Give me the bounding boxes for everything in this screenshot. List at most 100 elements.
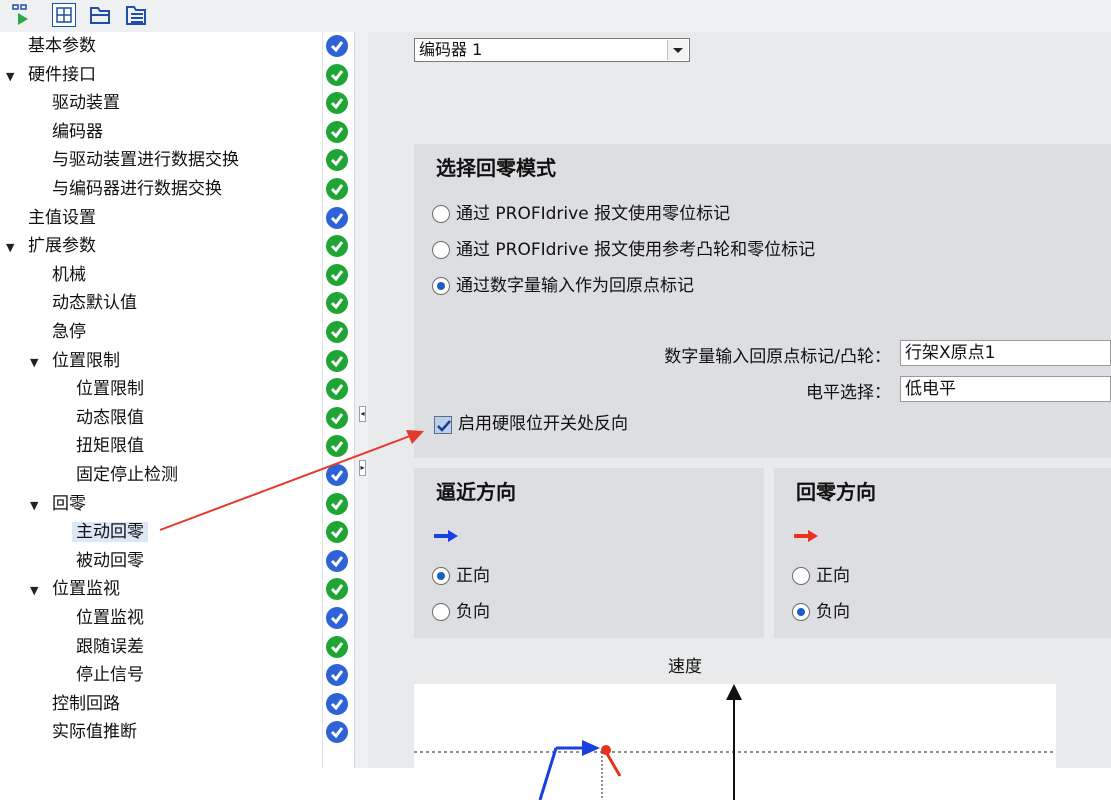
tree-item[interactable]: 扭矩限值	[76, 432, 144, 460]
tree-item[interactable]: 实际值推断	[52, 718, 137, 746]
radio-button[interactable]	[432, 567, 450, 585]
tree-item[interactable]: ▼ 回零	[30, 490, 86, 518]
tree-item-label: 固定停止检测	[76, 465, 178, 485]
status-ok-icon	[326, 521, 348, 544]
tree-item[interactable]: 位置限制	[76, 375, 144, 403]
homing-mode-panel: 选择回零模式 通过 PROFIdrive 报文使用零位标记 通过 PROFIdr…	[414, 144, 1111, 458]
option-label: 正向	[816, 566, 850, 586]
level-select-field[interactable]: 低电平	[900, 376, 1111, 402]
homing-mode-title: 选择回零模式	[436, 156, 556, 180]
status-info-icon	[326, 664, 348, 687]
status-ok-icon	[326, 378, 348, 401]
homing-direction-panel: 回零方向 正向 负向	[774, 468, 1111, 638]
status-info-icon	[326, 549, 348, 572]
status-info-icon	[326, 464, 348, 486]
tree-item[interactable]: 位置监视	[76, 604, 144, 632]
status-ok-icon	[326, 321, 348, 343]
status-ok-icon	[326, 120, 348, 143]
option-label: 通过 PROFIdrive 报文使用零位标记	[456, 204, 731, 224]
expand-triangle-icon[interactable]: ▼	[30, 492, 46, 520]
homing-direction-title: 回零方向	[796, 480, 876, 504]
tree-item[interactable]: 跟随误差	[76, 633, 144, 661]
approach-ramp	[538, 747, 558, 801]
reverse-at-limit-checkbox[interactable]	[434, 416, 452, 434]
level-select-label: 电平选择：	[806, 383, 891, 403]
tree-item[interactable]: 被动回零	[76, 547, 144, 575]
tree-item[interactable]: 固定停止检测	[76, 461, 178, 489]
status-ok-icon	[326, 435, 348, 458]
folder-icon[interactable]	[88, 3, 112, 27]
tree-item[interactable]: 主动回零	[72, 518, 148, 546]
parameter-tree: 基本参数 ▼ 硬件接口驱动装置编码器与驱动装置进行数据交换 与编码器进行数据交换主值设…	[0, 32, 322, 768]
status-info-icon	[326, 692, 348, 715]
radio-button[interactable]	[432, 277, 450, 295]
tree-item[interactable]: 基本参数	[28, 32, 96, 60]
tree-item[interactable]: 与编码器进行数据交换	[52, 175, 222, 203]
radio-button[interactable]	[792, 603, 810, 621]
folder-list-icon[interactable]	[124, 3, 148, 27]
chevron-down-icon[interactable]	[667, 40, 688, 60]
collapse-left-icon[interactable]: ◂	[359, 406, 366, 422]
tree-item-label: 与驱动装置进行数据交换	[52, 150, 239, 171]
tree-item[interactable]: 与驱动装置进行数据交换	[52, 146, 239, 174]
digital-input-label: 数字量输入回原点标记/凸轮：	[664, 347, 891, 367]
tree-item[interactable]: ▼ 硬件接口	[6, 61, 96, 89]
status-ok-icon	[326, 235, 348, 258]
option-label: 负向	[816, 602, 850, 622]
tree-item-label: 硬件接口	[28, 64, 96, 85]
status-ok-icon	[326, 349, 348, 372]
speed-axis-arrowhead	[726, 684, 742, 700]
status-ok-icon	[326, 92, 348, 115]
homing-velocity-diagram	[414, 684, 1056, 801]
radio-button[interactable]	[432, 603, 450, 621]
encoder-select[interactable]: 编码器 1	[414, 38, 690, 62]
view-toggle-icon[interactable]	[10, 3, 34, 27]
radio-button[interactable]	[792, 567, 810, 585]
status-ok-icon	[326, 492, 348, 515]
tree-item-label: 与编码器进行数据交换	[52, 179, 222, 199]
expand-all-icon[interactable]	[52, 3, 76, 27]
toolbar	[0, 0, 1111, 32]
expand-triangle-icon[interactable]: ▼	[6, 63, 22, 91]
tree-item[interactable]: 驱动装置	[52, 89, 120, 117]
tree-item[interactable]: ▼ 位置监视	[30, 575, 120, 603]
expand-triangle-icon[interactable]: ▼	[30, 349, 46, 377]
tree-item[interactable]: 编码器	[52, 118, 103, 146]
tree-item[interactable]: 动态默认值	[52, 289, 137, 317]
expand-triangle-icon[interactable]: ▼	[6, 234, 22, 262]
tree-item[interactable]: 主值设置	[28, 204, 96, 232]
tree-item[interactable]: ▼ 位置限制	[30, 347, 120, 375]
tree-item[interactable]: 停止信号	[76, 661, 144, 689]
approach-direction-arrow-icon	[434, 530, 458, 542]
radio-button[interactable]	[432, 205, 450, 223]
radio-button[interactable]	[432, 241, 450, 259]
status-ok-icon	[326, 292, 348, 315]
status-info-icon	[326, 35, 348, 57]
homing-direction-arrow-icon	[794, 530, 818, 542]
tree-item-label: 停止信号	[76, 665, 144, 686]
approach-direction-title: 逼近方向	[436, 480, 516, 504]
tree-item[interactable]: 控制回路	[52, 690, 120, 718]
expand-right-icon[interactable]: ▸	[359, 460, 366, 476]
tree-item-label: 实际值推断	[52, 722, 137, 743]
tree-item-label: 基本参数	[28, 36, 96, 56]
tree-item[interactable]: ▼ 扩展参数	[6, 232, 96, 260]
status-ok-icon	[326, 635, 348, 658]
option-label: 负向	[456, 602, 490, 622]
tree-item-label: 急停	[52, 322, 86, 342]
expand-triangle-icon[interactable]: ▼	[30, 577, 46, 605]
status-ok-icon	[326, 406, 348, 429]
status-ok-icon	[326, 578, 348, 601]
tree-item[interactable]: 急停	[52, 318, 86, 346]
tree-item-label: 动态限值	[76, 407, 144, 428]
tree-item-label: 主动回零	[72, 522, 148, 543]
digital-input-field[interactable]: 行架X原点1	[900, 340, 1111, 366]
status-ok-icon	[326, 63, 348, 86]
option-label: 通过数字量输入作为回原点标记	[456, 276, 694, 296]
tree-item-label: 驱动装置	[52, 93, 120, 114]
tree-item[interactable]: 动态限值	[76, 404, 144, 432]
tree-item-label: 编码器	[52, 121, 103, 142]
status-info-icon	[326, 607, 348, 629]
homing-ramp	[604, 751, 622, 777]
tree-item[interactable]: 机械	[52, 261, 86, 289]
